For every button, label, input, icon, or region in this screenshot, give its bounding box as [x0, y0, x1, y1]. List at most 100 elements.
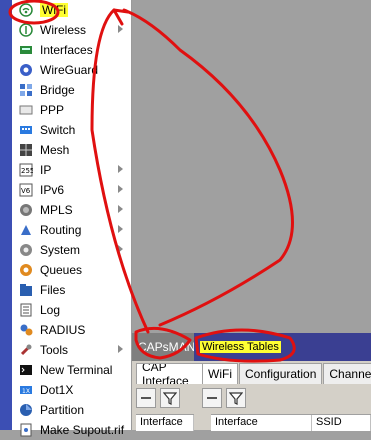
- column-interface[interactable]: Interface: [136, 415, 194, 431]
- menu-item-label: Routing: [40, 223, 82, 237]
- mpls-icon: [19, 203, 33, 217]
- capsman-table-header: Interface: [136, 414, 194, 431]
- menu-item-new-terminal[interactable]: New Terminal: [12, 360, 131, 380]
- wireless-tables-toolbar: [198, 385, 246, 411]
- menu-item-label: Make Supout.rif: [40, 423, 125, 437]
- submenu-arrow-icon: [118, 165, 123, 173]
- wifi-filter-button[interactable]: [226, 388, 246, 408]
- terminal-icon: [19, 363, 33, 377]
- menu-item-wifi[interactable]: WiFi: [12, 0, 131, 20]
- minus-icon: [141, 397, 151, 399]
- column-interface[interactable]: Interface: [211, 415, 312, 431]
- windows-area: CAPsMAN Wireless Tables CAP Interface Wi…: [132, 333, 371, 431]
- menu-item-label: Log: [40, 303, 61, 317]
- menu-item-label: Switch: [40, 123, 76, 137]
- menu-item-label: IPv6: [40, 183, 65, 197]
- menu-item-files[interactable]: Files: [12, 280, 131, 300]
- wifi-icon: [19, 3, 33, 17]
- menu-item-wireless[interactable]: Wireless: [12, 20, 131, 40]
- radius-icon: [19, 323, 33, 337]
- wireless-tables-tabs: WiFi Configuration Channel: [202, 363, 371, 384]
- menu-item-make-supout-rif[interactable]: Make Supout.rif: [12, 420, 131, 440]
- filter-icon: [229, 392, 243, 405]
- menu-item-label: Bridge: [40, 83, 75, 97]
- capsman-tabs: CAP Interface: [136, 363, 207, 384]
- menu-item-dot1x[interactable]: 1X Dot1X: [12, 380, 131, 400]
- menu-item-label: Wireless: [40, 23, 87, 37]
- capsman-title-label: CAPsMAN: [138, 340, 196, 354]
- capsman-toolbar: [132, 385, 180, 411]
- menu-item-tools[interactable]: Tools: [12, 340, 131, 360]
- submenu-arrow-icon: [118, 185, 123, 193]
- queues-icon: [19, 263, 33, 277]
- menu-item-label: MPLS: [40, 203, 73, 217]
- column-ssid[interactable]: SSID: [312, 415, 371, 431]
- wireless-tables-window-title[interactable]: Wireless Tables: [194, 333, 371, 361]
- capsman-remove-button[interactable]: [136, 388, 156, 408]
- wifi-table-header: Interface SSID: [211, 414, 371, 431]
- menu-item-switch[interactable]: Switch: [12, 120, 131, 140]
- wireless-tables-title-label: Wireless Tables: [200, 341, 281, 353]
- switch-icon: [19, 123, 33, 137]
- ip-icon: 255: [19, 163, 33, 177]
- wireguard-icon: [19, 63, 33, 77]
- menu-item-label: Interfaces: [40, 43, 93, 57]
- tab-configuration-label: Configuration: [245, 367, 317, 381]
- tools-icon: [19, 343, 33, 357]
- filter-icon: [163, 392, 177, 405]
- submenu-arrow-icon: [118, 225, 123, 233]
- menu-item-wireguard[interactable]: WireGuard: [12, 60, 131, 80]
- wifi-remove-button[interactable]: [202, 388, 222, 408]
- menu-item-routing[interactable]: Routing: [12, 220, 131, 240]
- ppp-icon: [19, 103, 33, 117]
- menu-item-partition[interactable]: Partition: [12, 400, 131, 420]
- menu-item-mesh[interactable]: Mesh: [12, 140, 131, 160]
- tab-channel-label: Channel: [329, 367, 371, 381]
- menu-item-ipv6[interactable]: V6 IPv6: [12, 180, 131, 200]
- side-menu: WiFi Wireless Interfaces WireGuard Bridge PPP…: [12, 0, 132, 437]
- wireless-icon: [19, 23, 33, 37]
- partition-icon: [19, 403, 33, 417]
- routing-icon: [19, 223, 33, 237]
- menu-item-radius[interactable]: RADIUS: [12, 320, 131, 340]
- menu-item-label: Files: [40, 283, 66, 297]
- menu-item-label: Partition: [40, 403, 85, 417]
- tab-cap-interface[interactable]: CAP Interface: [136, 363, 206, 384]
- tab-cap-interface-label: CAP Interface: [142, 363, 189, 384]
- menu-item-label: PPP: [40, 103, 65, 117]
- menu-item-label: WireGuard: [40, 63, 99, 77]
- menu-item-log[interactable]: Log: [12, 300, 131, 320]
- menu-item-label: Dot1X: [40, 383, 74, 397]
- tab-channel[interactable]: Channel: [323, 363, 371, 384]
- svg-text:255: 255: [21, 167, 33, 175]
- files-icon: [19, 283, 33, 297]
- ipv6-icon: V6: [19, 183, 33, 197]
- menu-item-label: System: [40, 243, 81, 257]
- menu-item-ip[interactable]: 255 IP: [12, 160, 131, 180]
- minus-icon: [207, 397, 217, 399]
- capsman-window-title[interactable]: CAPsMAN: [132, 333, 196, 361]
- dot1x-icon: 1X: [19, 383, 33, 397]
- tab-wifi[interactable]: WiFi: [202, 363, 238, 384]
- submenu-arrow-icon: [118, 205, 123, 213]
- menu-item-label: Queues: [40, 263, 83, 277]
- menu-item-queues[interactable]: Queues: [12, 260, 131, 280]
- menu-item-mpls[interactable]: MPLS: [12, 200, 131, 220]
- capsman-filter-button[interactable]: [160, 388, 180, 408]
- menu-item-label: RADIUS: [40, 323, 86, 337]
- menu-item-system[interactable]: System: [12, 240, 131, 260]
- svg-text:V6: V6: [21, 187, 31, 195]
- svg-text:1X: 1X: [22, 388, 30, 395]
- mesh-icon: [19, 143, 33, 157]
- menu-item-ppp[interactable]: PPP: [12, 100, 131, 120]
- submenu-arrow-icon: [118, 245, 123, 253]
- menu-item-label: New Terminal: [40, 363, 113, 377]
- interfaces-icon: [19, 43, 33, 57]
- menu-item-bridge[interactable]: Bridge: [12, 80, 131, 100]
- menu-item-interfaces[interactable]: Interfaces: [12, 40, 131, 60]
- submenu-arrow-icon: [118, 25, 123, 33]
- tab-configuration[interactable]: Configuration: [239, 363, 323, 384]
- menu-item-label: Tools: [40, 343, 69, 357]
- submenu-arrow-icon: [118, 345, 123, 353]
- log-icon: [19, 303, 33, 317]
